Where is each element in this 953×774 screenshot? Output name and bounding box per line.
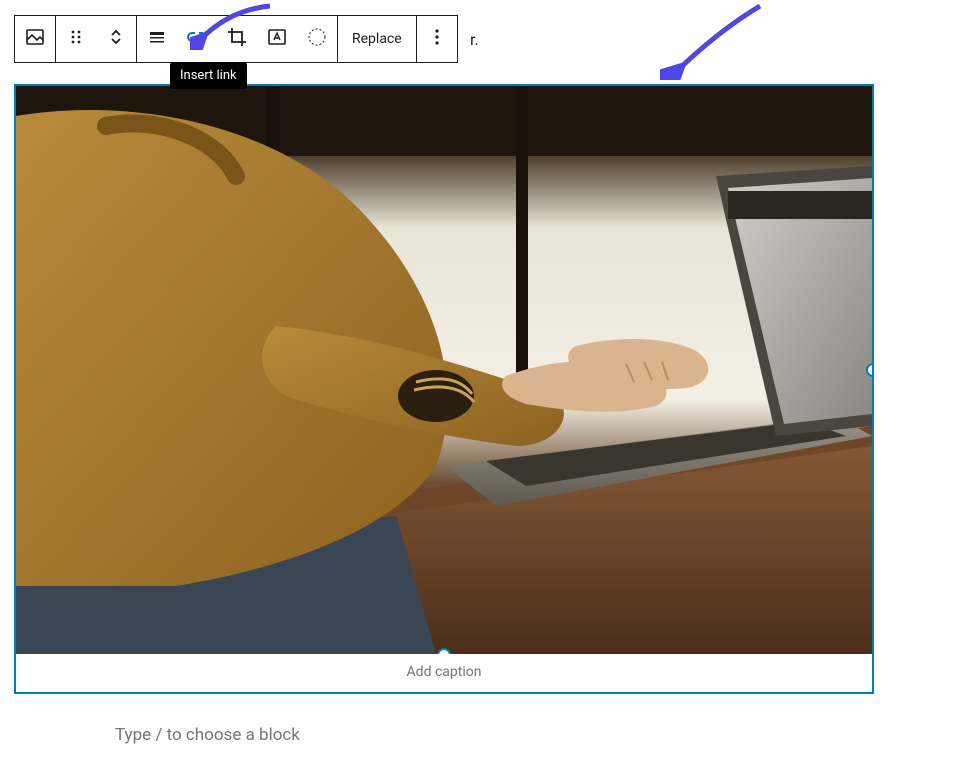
selected-image[interactable] <box>16 86 872 654</box>
align-button[interactable] <box>137 16 177 62</box>
drag-handle-button[interactable] <box>56 16 96 62</box>
replace-button[interactable]: Replace <box>338 16 416 62</box>
more-vertical-icon <box>425 25 449 53</box>
more-options-button[interactable] <box>417 16 457 62</box>
move-up-down-button[interactable] <box>96 16 136 62</box>
align-icon <box>145 25 169 53</box>
duotone-button[interactable] <box>297 16 337 62</box>
duotone-icon <box>305 25 329 53</box>
annotation-arrow-left <box>190 0 280 50</box>
caption-input[interactable]: Add caption <box>16 654 872 692</box>
chevron-up-down-icon <box>104 25 128 53</box>
annotation-arrow-right <box>660 0 770 80</box>
image-icon <box>23 25 47 53</box>
insert-link-tooltip: Insert link <box>170 62 247 89</box>
drag-handle-icon <box>64 25 88 53</box>
background-text-fragment: r. <box>470 30 479 49</box>
replace-label: Replace <box>352 31 402 47</box>
image-block[interactable]: Add caption <box>14 84 874 694</box>
new-block-placeholder[interactable]: Type / to choose a block <box>115 725 300 745</box>
image-block-type-button[interactable] <box>15 16 55 62</box>
